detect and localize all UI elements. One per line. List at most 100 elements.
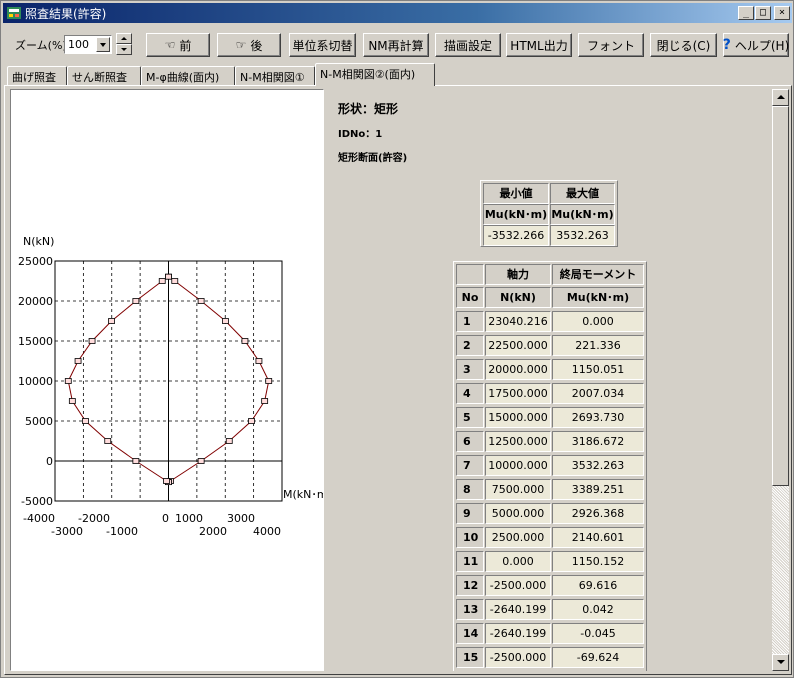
x-tick-label: -4000	[23, 512, 55, 525]
table-cell: 23040.216	[485, 311, 551, 332]
x-tick-label: 0	[162, 512, 169, 525]
minimize-button[interactable]: _	[738, 6, 754, 20]
row-number: 8	[456, 479, 484, 500]
table-cell: 0.042	[552, 599, 644, 620]
table-cell: 20000.000	[485, 359, 551, 380]
data-point	[104, 438, 112, 444]
table-cell: 3389.251	[552, 479, 644, 500]
spin-up-button[interactable]	[116, 33, 132, 44]
hand-right-icon: ☞	[235, 38, 247, 52]
zoom-label: ズーム(%)	[15, 39, 67, 52]
vertical-scrollbar[interactable]	[772, 89, 789, 671]
data-point	[255, 358, 263, 364]
table-cell: -69.624	[552, 647, 644, 668]
data-point	[261, 398, 269, 404]
y-tick-label: 0	[46, 455, 53, 468]
row-number: 9	[456, 503, 484, 524]
row-number: 14	[456, 623, 484, 644]
row-number: 2	[456, 335, 484, 356]
window-title: 照査結果(許容)	[25, 7, 107, 21]
data-point	[171, 278, 179, 284]
table-cell: -2640.199	[485, 599, 551, 620]
x-tick-label: -1000	[106, 525, 138, 538]
max-header: 最大値	[550, 183, 615, 204]
tab-content: N(kN) 25000 20000 15000 10000 5000 0 -5000 M(kN･…	[4, 85, 792, 675]
row-number: 4	[456, 383, 484, 404]
data-point	[265, 378, 273, 384]
font-button[interactable]: フォント	[578, 33, 644, 57]
table-cell: 15000.000	[485, 407, 551, 428]
data-point	[74, 358, 82, 364]
nm-header-cell: 軸力	[485, 264, 551, 285]
row-number: 3	[456, 359, 484, 380]
close-button[interactable]: 閉じる(C)	[650, 33, 717, 57]
table-cell: 1150.152	[552, 551, 644, 572]
prev-button[interactable]: ☜ 前	[146, 33, 210, 57]
close-window-button[interactable]: ×	[774, 6, 790, 20]
tab-nm1-label: N-M相関図①	[240, 71, 305, 84]
close-label: 閉じる(C)	[656, 38, 711, 53]
row-number: 1	[456, 311, 484, 332]
tab-nm-interaction-2[interactable]: N-M相関図②(面内)	[315, 63, 435, 86]
tab-nm-interaction-1[interactable]: N-M相関図①	[235, 66, 315, 85]
y-tick-label: 25000	[18, 255, 53, 268]
close-icon: ×	[778, 7, 786, 18]
nm-unit-cell: N(kN)	[485, 287, 551, 308]
data-point	[158, 278, 166, 284]
title-bar[interactable]: 照査結果(許容) _ □ ×	[3, 3, 792, 23]
shape-title: 形状：矩形	[338, 102, 399, 116]
help-button[interactable]: ? ヘルプ(H)	[723, 33, 789, 57]
tab-m-phi-label: M-φ曲線(面内)	[146, 71, 220, 84]
unit-switch-button[interactable]: 単位系切替	[289, 33, 356, 57]
zoom-spinner[interactable]	[116, 33, 132, 55]
y-axis-label: N(kN)	[23, 235, 54, 248]
help-icon: ?	[722, 37, 731, 53]
tab-shear[interactable]: せん断照査	[67, 66, 141, 85]
table-cell: -2500.000	[485, 647, 551, 668]
x-tick-label: 4000	[253, 525, 281, 538]
tab-m-phi-curve[interactable]: M-φ曲線(面内)	[141, 66, 235, 85]
table-cell: 2007.034	[552, 383, 644, 404]
table-cell: 2500.000	[485, 527, 551, 548]
data-point	[197, 298, 205, 304]
table-cell: 3186.672	[552, 431, 644, 452]
draw-settings-button[interactable]: 描画設定	[435, 33, 501, 57]
chevron-down-icon[interactable]	[96, 37, 110, 52]
row-number: 6	[456, 431, 484, 452]
minimize-icon: _	[742, 7, 750, 18]
scroll-up-button[interactable]	[772, 89, 789, 106]
max-value: 3532.263	[550, 225, 615, 246]
app-icon	[7, 7, 21, 19]
table-cell: 2926.368	[552, 503, 644, 524]
data-point	[248, 418, 255, 424]
next-button[interactable]: ☞ 後	[217, 33, 281, 57]
scroll-track[interactable]	[772, 486, 789, 654]
scroll-down-button[interactable]	[772, 654, 789, 671]
table-cell: 5000.000	[485, 503, 551, 524]
data-point	[197, 458, 205, 464]
nm-table: 軸力 終局モーメント No N(kN) Mu(kN･m) 1 23040.216 0.000 2…	[453, 261, 647, 671]
table-cell: 12500.000	[485, 431, 551, 452]
data-point	[64, 378, 72, 384]
data-point	[132, 298, 140, 304]
zoom-select[interactable]: 100	[64, 35, 112, 54]
scroll-thumb[interactable]	[772, 106, 789, 486]
x-tick-label: -3000	[51, 525, 83, 538]
html-output-button[interactable]: HTML出力	[506, 33, 572, 57]
min-unit: Mu(kN･m)	[483, 204, 549, 225]
spin-down-button[interactable]	[116, 44, 132, 55]
x-tick-label: 1000	[175, 512, 203, 525]
id-number: IDNo：1	[338, 129, 383, 140]
data-point	[82, 418, 89, 424]
nm-recalc-button[interactable]: NM再計算	[363, 33, 429, 57]
min-value: -3532.266	[483, 225, 549, 246]
next-button-label: 後	[250, 38, 263, 53]
row-number: 13	[456, 599, 484, 620]
data-point	[68, 398, 76, 404]
tab-bending[interactable]: 曲げ照査	[7, 66, 67, 85]
nm-recalc-label: NM再計算	[368, 38, 424, 53]
data-point	[222, 318, 229, 324]
table-cell: 1150.051	[552, 359, 644, 380]
table-cell: 10000.000	[485, 455, 551, 476]
maximize-button[interactable]: □	[755, 6, 771, 20]
